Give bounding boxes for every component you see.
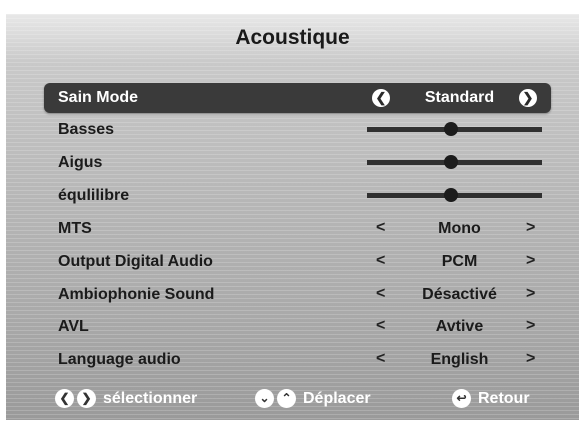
sound-mode-selector[interactable]: ❮ Standard ❯: [368, 83, 551, 113]
menu-row-avl[interactable]: AVL < Avtive >: [44, 312, 551, 342]
row-label: Aigus: [58, 154, 103, 171]
balance-slider[interactable]: [367, 188, 542, 202]
hint-select-label: sélectionner: [103, 389, 198, 407]
menu-row-mts[interactable]: MTS < Mono >: [44, 214, 551, 244]
row-label: Language audio: [58, 351, 181, 368]
row-value: Avtive: [435, 318, 484, 335]
avl-selector[interactable]: < Avtive >: [368, 312, 551, 342]
chevron-left-icon: ❮: [55, 389, 74, 408]
chevron-right-icon[interactable]: >: [526, 285, 535, 303]
chevron-right-icon[interactable]: >: [526, 350, 535, 368]
slider-knob[interactable]: [444, 155, 458, 169]
bass-slider[interactable]: [367, 122, 542, 136]
menu-row-audio-language[interactable]: Language audio < English >: [44, 345, 551, 375]
hint-select: ❮ ❯ sélectionner: [55, 389, 197, 413]
row-label: Basses: [58, 121, 115, 138]
hint-back: ↩ Retour: [452, 389, 530, 413]
row-label: Sain Mode: [58, 89, 139, 106]
return-icon: ↩: [452, 389, 471, 408]
chevron-right-icon[interactable]: >: [526, 252, 535, 270]
chevron-down-icon: ⌄: [255, 389, 274, 408]
mts-selector[interactable]: < Mono >: [368, 214, 551, 244]
hint-move-label: Déplacer: [303, 389, 371, 407]
menu-row-bass[interactable]: Basses: [44, 115, 551, 145]
row-value: Désactivé: [422, 286, 497, 303]
menu-row-digital-audio-output[interactable]: Output Digital Audio < PCM >: [44, 247, 551, 277]
row-value: Mono: [438, 220, 481, 237]
row-label: Output Digital Audio: [58, 253, 213, 270]
menu-title: Acoustique: [235, 26, 350, 49]
menu-row-treble[interactable]: Aigus: [44, 148, 551, 178]
hint-move: ⌄ ⌃ Déplacer: [255, 389, 371, 413]
chevron-right-icon[interactable]: >: [526, 317, 535, 335]
audio-language-selector[interactable]: < English >: [368, 345, 551, 375]
treble-slider[interactable]: [367, 155, 542, 169]
row-label: équlilibre: [58, 187, 130, 204]
menu-row-sound-mode[interactable]: Sain Mode ❮ Standard ❯: [44, 83, 551, 113]
slider-knob[interactable]: [444, 122, 458, 136]
tv-osd-screen: Acoustique Sain Mode ❮ Standard ❯ Basses…: [0, 0, 585, 422]
chevron-up-icon: ⌃: [277, 389, 296, 408]
slider-knob[interactable]: [444, 188, 458, 202]
row-label: MTS: [58, 220, 92, 237]
row-label: AVL: [58, 318, 89, 335]
digital-audio-selector[interactable]: < PCM >: [368, 247, 551, 277]
surround-selector[interactable]: < Désactivé >: [368, 280, 551, 310]
row-value: PCM: [441, 253, 478, 270]
menu-row-balance[interactable]: équlilibre: [44, 181, 551, 211]
chevron-right-icon[interactable]: ❯: [519, 89, 537, 107]
chevron-right-icon: ❯: [77, 389, 96, 408]
row-value: English: [430, 351, 489, 368]
hint-back-label: Retour: [478, 389, 530, 407]
row-label: Ambiophonie Sound: [58, 286, 215, 303]
chevron-right-icon[interactable]: >: [526, 219, 535, 237]
menu-row-surround-sound[interactable]: Ambiophonie Sound < Désactivé >: [44, 280, 551, 310]
